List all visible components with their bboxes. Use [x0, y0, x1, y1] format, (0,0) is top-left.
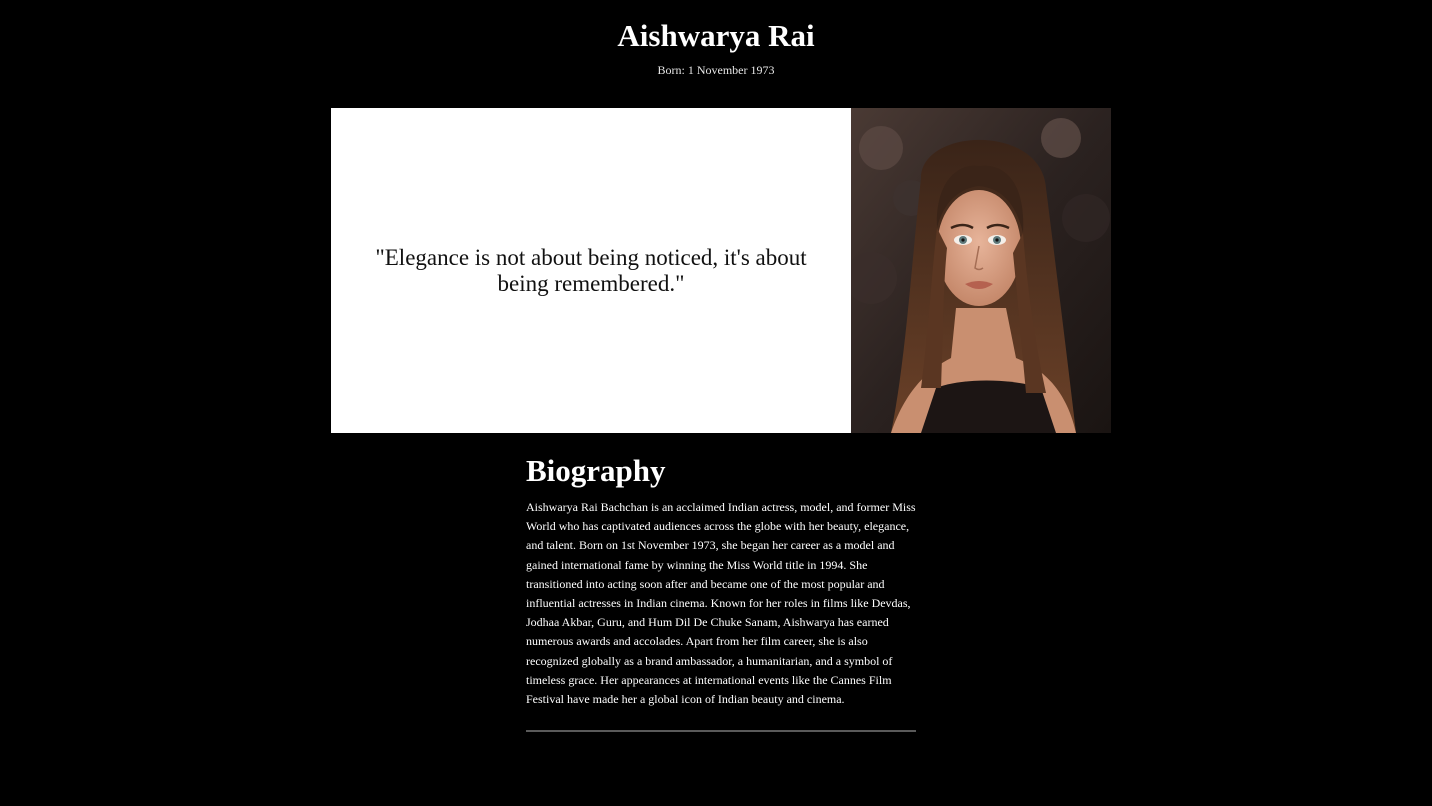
profile-page: Aishwarya Rai Born: 1 November 1973 "Ele… [0, 0, 1432, 806]
section-divider [526, 730, 916, 733]
biography-heading: Biography [526, 453, 666, 488]
portrait-illustration [851, 108, 1111, 433]
hero-section: "Elegance is not about being noticed, it… [331, 108, 1111, 433]
quote-text: "Elegance is not about being noticed, it… [375, 244, 807, 296]
page-header: Aishwarya Rai Born: 1 November 1973 [0, 18, 1432, 78]
birth-date: Born: 1 November 1973 [657, 63, 775, 77]
quote-panel: "Elegance is not about being noticed, it… [331, 108, 851, 433]
page-title: Aishwarya Rai [617, 18, 815, 53]
portrait-image [851, 108, 1111, 433]
biography-section: Biography Aishwarya Rai Bachchan is an a… [526, 452, 916, 733]
biography-text: Aishwarya Rai Bachchan is an acclaimed I… [526, 500, 916, 707]
